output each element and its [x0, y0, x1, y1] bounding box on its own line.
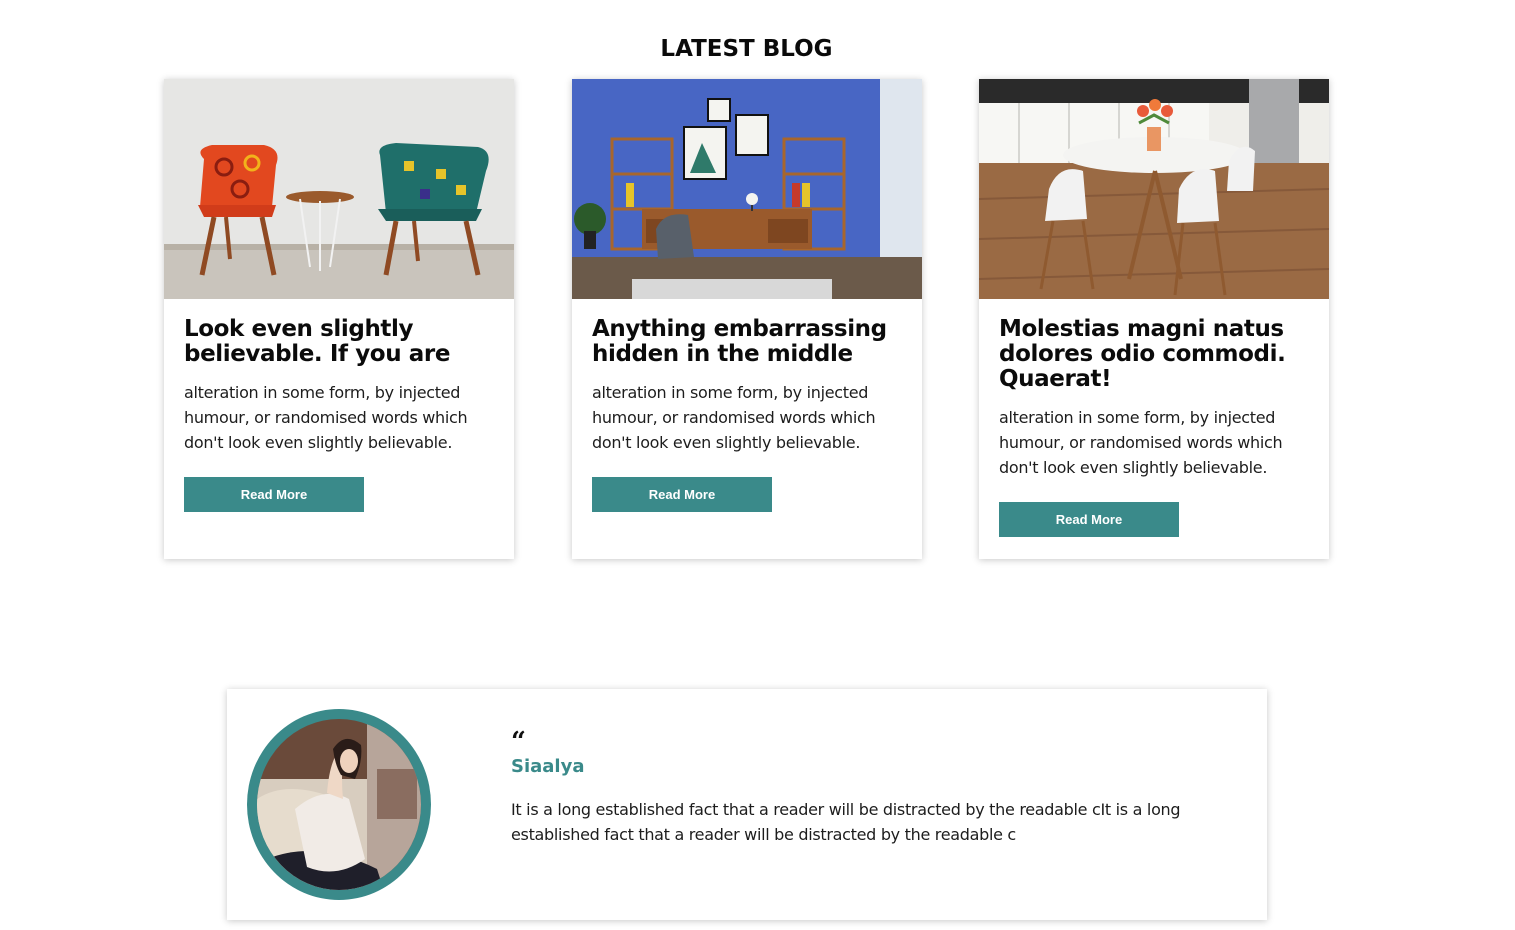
blog-card-image-office[interactable]	[572, 79, 922, 299]
blog-card-body: Molestias magni natus dolores odio commo…	[979, 299, 1329, 537]
read-more-button[interactable]: Read More	[999, 502, 1179, 537]
blog-card: Molestias magni natus dolores odio commo…	[979, 79, 1329, 559]
blog-card: Anything embarrassing hidden in the midd…	[572, 79, 922, 559]
testimonial-card: “ Siaalya It is a long established fact …	[227, 689, 1267, 920]
blog-card-excerpt: alteration in some form, by injected hum…	[592, 383, 876, 452]
section-title: LATEST BLOG	[660, 36, 833, 62]
blog-card-title[interactable]: Anything embarrassing hidden in the midd…	[592, 317, 902, 367]
blog-card-body: Anything embarrassing hidden in the midd…	[572, 299, 922, 512]
read-more-button[interactable]: Read More	[184, 477, 364, 512]
blog-card-title[interactable]: Look even slightly believable. If you ar…	[184, 317, 494, 367]
testimonial-text: It is a long established fact that a rea…	[511, 800, 1181, 844]
blog-card-excerpt: alteration in some form, by injected hum…	[999, 408, 1283, 477]
blog-card-image-dining[interactable]	[979, 79, 1329, 299]
blog-card-body: Look even slightly believable. If you ar…	[164, 299, 514, 512]
blog-card-excerpt: alteration in some form, by injected hum…	[184, 383, 468, 452]
testimonial-name: Siaalya	[511, 756, 585, 777]
blog-card-title[interactable]: Molestias magni natus dolores odio commo…	[999, 317, 1309, 392]
quote-icon: “	[511, 727, 526, 757]
avatar	[247, 709, 431, 900]
blog-card: Look even slightly believable. If you ar…	[164, 79, 514, 559]
blog-card-image-armchairs[interactable]	[164, 79, 514, 299]
read-more-button[interactable]: Read More	[592, 477, 772, 512]
page: LATEST BLOG Look even slightly believabl…	[0, 0, 1515, 930]
